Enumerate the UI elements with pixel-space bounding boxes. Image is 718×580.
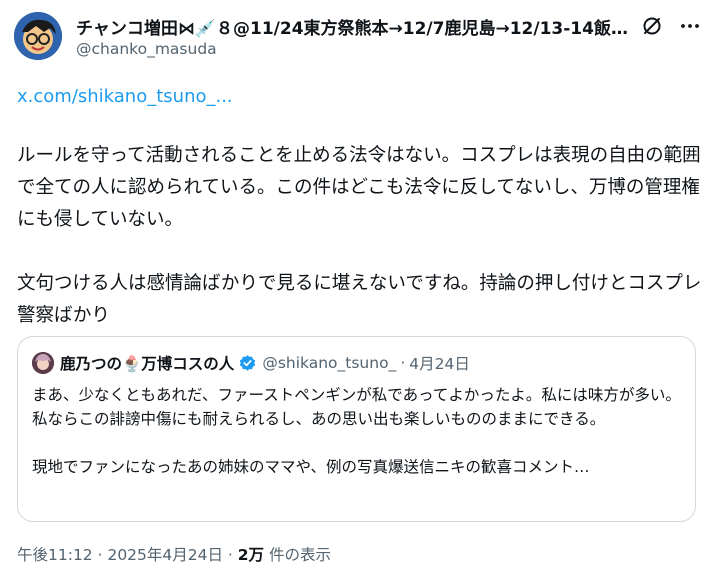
quoted-paragraph: 現地でファンになったあの姉妹のママや、例の写真爆送信ニキの歓喜コメント… <box>32 458 590 476</box>
meta-separator: · <box>92 546 108 564</box>
post-paragraph: 文句つける人は感情論ばかりで見るに堪えないですね。持論の押し付けとコスプレ警察ば… <box>17 273 702 326</box>
meta-separator: · <box>222 546 238 564</box>
quoted-post-card[interactable]: 鹿乃つの🍨万博コスの人 @shikano_tsuno_ · 4月24日 まあ、少… <box>17 336 696 522</box>
post-text: ルールを守って活動されることを止める法令はない。コスプレは表現の自由の範囲で全て… <box>17 140 707 332</box>
quoted-post-text: まあ、少なくともあれだ、ファーストペンギンが私であってよかったよ。私には味方が多… <box>32 383 684 503</box>
quoted-post-header: 鹿乃つの🍨万博コスの人 @shikano_tsuno_ · 4月24日 <box>32 351 470 375</box>
post-time[interactable]: 午後11:12 <box>17 546 93 564</box>
author-handle[interactable]: @chanko_masuda <box>76 40 217 58</box>
views-label: 件の表示 <box>264 546 331 564</box>
quoted-paragraph: まあ、少なくともあれだ、ファーストペンギンが私であってよかったよ。私には味方が多… <box>32 386 681 428</box>
verified-badge-icon <box>238 354 257 373</box>
views-count[interactable]: 2万 <box>238 546 264 564</box>
post-meta: 午後11:12 · 2025年4月24日 · 2万 件の表示 <box>17 543 331 565</box>
author-avatar[interactable] <box>14 12 62 60</box>
dot-separator: · <box>400 354 406 372</box>
quoted-author-handle[interactable]: @shikano_tsuno_ <box>262 354 396 372</box>
quoted-post-date[interactable]: 4月24日 <box>409 352 470 374</box>
post-date[interactable]: 2025年4月24日 <box>107 546 223 564</box>
quoted-author-avatar[interactable] <box>32 352 54 374</box>
more-options-icon[interactable] <box>678 14 702 38</box>
grok-icon[interactable] <box>640 14 664 38</box>
quoted-author-display-name[interactable]: 鹿乃つの🍨万博コスの人 <box>60 352 234 374</box>
post-header: チャンコ増田⋈💉８@11/24東方祭熊本→12/7鹿児島→12/13-14飯… … <box>14 12 704 64</box>
author-display-name[interactable]: チャンコ増田⋈💉８@11/24東方祭熊本→12/7鹿児島→12/13-14飯… <box>76 14 628 39</box>
post-paragraph: ルールを守って活動されることを止める法令はない。コスプレは表現の自由の範囲で全て… <box>17 145 701 230</box>
post-link[interactable]: x.com/shikano_tsuno_... <box>17 86 233 107</box>
author-name-row[interactable]: チャンコ増田⋈💉８@11/24東方祭熊本→12/7鹿児島→12/13-14飯… <box>76 14 636 39</box>
